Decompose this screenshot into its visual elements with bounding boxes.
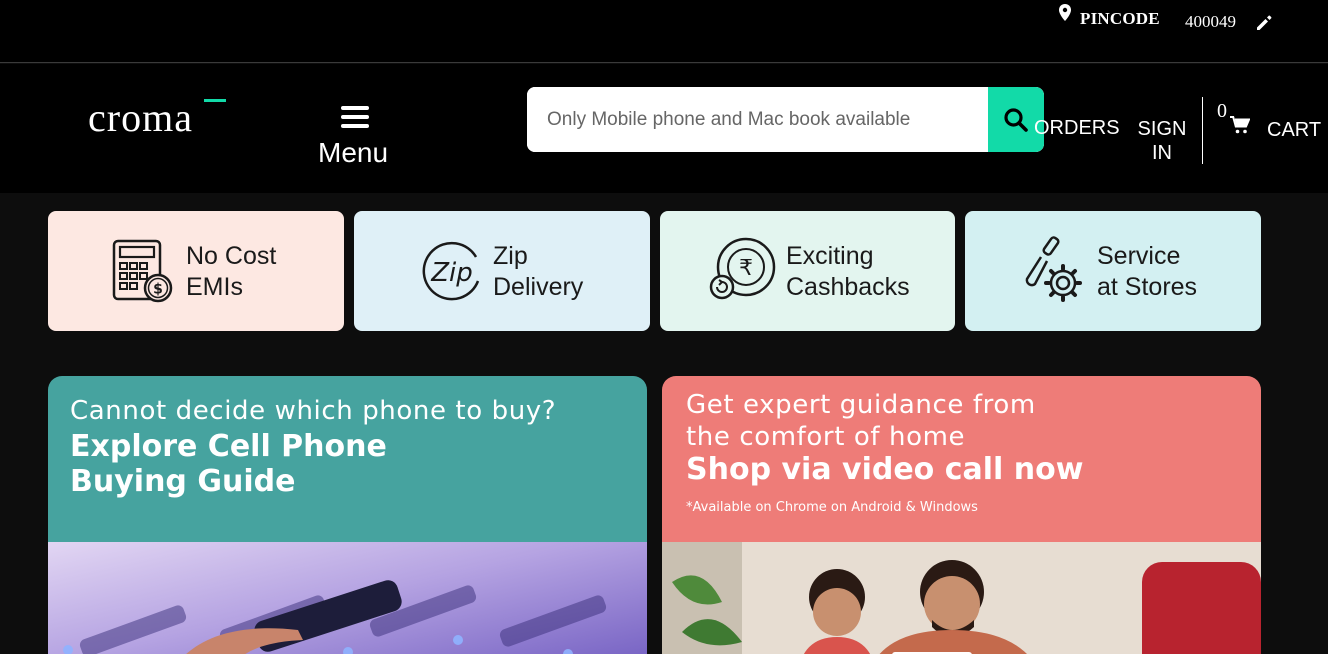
search-icon — [1004, 108, 1028, 132]
promo-note: *Available on Chrome on Android & Window… — [686, 500, 978, 515]
cart-count-badge: 0 — [1217, 100, 1227, 122]
promo-title: Shop via video call now — [686, 452, 1084, 487]
hamburger-icon — [341, 106, 369, 130]
promo-subtitle-line2: the comfort of home — [686, 422, 966, 452]
pincode-value[interactable]: 400049 — [1185, 12, 1236, 32]
header-divider — [1202, 97, 1203, 164]
promo-subtitle: Cannot decide which phone to buy? — [70, 396, 557, 426]
orders-link[interactable]: ORDERS — [1034, 117, 1120, 140]
feature-label: No Cost EMIs — [186, 242, 277, 301]
promo-subtitle-line1: Get expert guidance from — [686, 390, 1036, 420]
croma-logo[interactable]: croma — [88, 94, 193, 141]
menu-label: Menu — [318, 137, 389, 168]
svg-text:Zip: Zip — [430, 258, 473, 288]
feature-label: Service at Stores — [1097, 242, 1198, 301]
pincode-label: PINCODE — [1080, 9, 1160, 28]
logo-accent-bar — [204, 99, 226, 102]
search-input[interactable] — [527, 87, 988, 152]
search-bar — [527, 87, 1044, 152]
main-header: croma Menu ORDERS SIGN IN 0 CART — [0, 64, 1328, 193]
cart-link[interactable]: CART — [1267, 119, 1321, 142]
tools-gear-icon — [1025, 236, 1082, 302]
menu-button[interactable]: Menu — [316, 102, 396, 172]
signin-link[interactable]: SIGN IN — [1136, 117, 1188, 165]
rupee-cashback-icon: ₹ — [709, 237, 776, 300]
promo-banner-video-call[interactable]: Get expert guidance from the comfort of … — [662, 376, 1261, 654]
feature-card-service-at-stores[interactable]: Service at Stores — [965, 211, 1261, 331]
feature-card-zip-delivery[interactable]: Zip Zip Delivery — [354, 211, 650, 331]
logo-text: croma — [88, 95, 193, 140]
feature-card-exciting-cashbacks[interactable]: ₹ Exciting Cashbacks — [660, 211, 955, 331]
svg-text:₹: ₹ — [739, 256, 753, 281]
cart-icon[interactable] — [1230, 116, 1250, 134]
zip-delivery-icon: Zip — [422, 241, 480, 301]
feature-card-no-cost-emi[interactable]: $ No Cost EMIs — [48, 211, 344, 331]
family-video-call-photo — [662, 542, 1261, 654]
promo-title-line1: Explore Cell Phone — [70, 429, 387, 464]
svg-text:$: $ — [153, 282, 163, 298]
phones-display-photo — [48, 542, 647, 654]
top-strip: PINCODE 400049 — [0, 0, 1328, 63]
location-pin-icon — [1059, 4, 1071, 21]
feature-label: Exciting Cashbacks — [786, 242, 910, 301]
calculator-icon: $ — [112, 239, 173, 303]
feature-label: Zip Delivery — [493, 242, 584, 301]
promo-title-line2: Buying Guide — [70, 464, 296, 499]
promo-banner-phone-buying-guide[interactable]: Cannot decide which phone to buy? Explor… — [48, 376, 647, 654]
pencil-icon[interactable] — [1255, 14, 1273, 32]
